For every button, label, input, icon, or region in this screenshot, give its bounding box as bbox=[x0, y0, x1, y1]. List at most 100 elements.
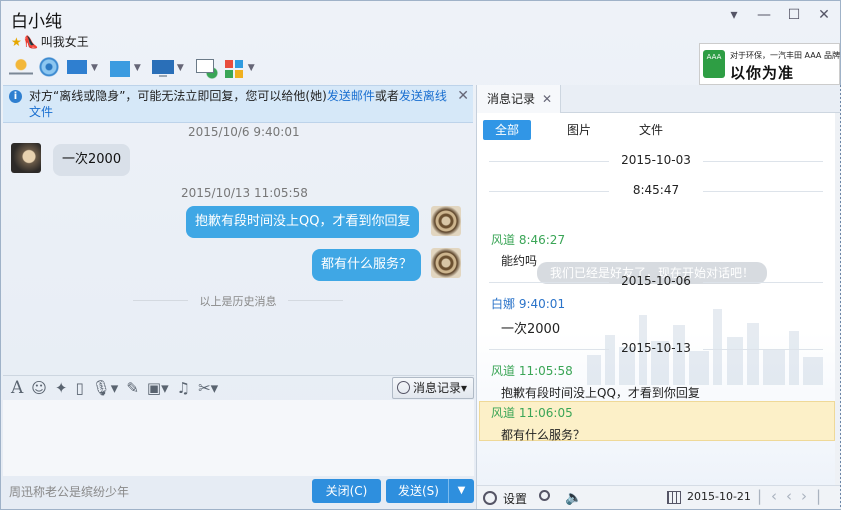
camera-icon bbox=[37, 57, 61, 79]
divider bbox=[3, 375, 474, 376]
close-icon[interactable]: ✕ bbox=[457, 88, 469, 104]
chevron-down-icon[interactable]: ▼ bbox=[248, 63, 255, 73]
notice-or: 或者 bbox=[374, 89, 399, 103]
voice-message-icon[interactable]: 🎙▾ bbox=[92, 379, 119, 397]
ad-banner[interactable]: AAA 对于环保，一汽丰田 AAA 品牌 以你为准 bbox=[699, 43, 840, 85]
minimize-icon[interactable]: — bbox=[749, 7, 779, 23]
close-icon[interactable]: ✕ bbox=[809, 7, 839, 23]
chevron-down-icon[interactable]: ▼ bbox=[177, 63, 184, 73]
high-heel-icon: 👠 bbox=[23, 34, 39, 49]
message-timestamp: 2015/10/13 11:05:58 bbox=[181, 186, 308, 200]
outgoing-message: 都有什么服务？ bbox=[312, 249, 422, 281]
qq-chat-window: 白小纯 ★ 👠 叫我女王 ▾ — ☐ ✕ ▼ ▼ ▼ ▼ AAA 对于环保，一汽… bbox=[0, 0, 841, 510]
aaa-logo: AAA bbox=[703, 50, 725, 78]
ad-line1: 对于环保，一汽丰田 AAA 品牌 bbox=[730, 51, 840, 60]
chevron-down-icon[interactable]: ▼ bbox=[91, 63, 98, 73]
image-icon[interactable]: ▣▾ bbox=[147, 379, 169, 397]
tab-message-history[interactable]: 消息记录 ✕ bbox=[477, 85, 561, 113]
send-button[interactable]: 发送(S) ▼ bbox=[386, 479, 474, 503]
message-input[interactable] bbox=[3, 400, 474, 476]
contact-status: ★ 👠 叫我女王 bbox=[11, 33, 89, 50]
remote-assist-button[interactable]: ▼ bbox=[150, 55, 190, 81]
filter-files[interactable]: 文件 bbox=[627, 120, 675, 140]
font-icon[interactable]: A bbox=[11, 378, 23, 398]
editor-toolbar: A ☺ ✦ ▯ 🎙▾ ✎ ▣▾ ♫ ✂▾ bbox=[11, 377, 218, 399]
contact-name: 白小纯 bbox=[11, 12, 62, 32]
star-icon: ★ bbox=[11, 34, 22, 49]
history-divider: 以上是历史消息 bbox=[133, 293, 343, 309]
outgoing-message: 抱歉有段时间没上QQ，才看到你回复 bbox=[186, 206, 420, 238]
contact-avatar[interactable] bbox=[11, 143, 41, 173]
screen-share-button[interactable]: ▼ bbox=[65, 55, 104, 81]
send-email-link[interactable]: 发送邮件 bbox=[327, 89, 375, 103]
dropdown-icon[interactable]: ▾ bbox=[719, 7, 749, 23]
speaker-icon[interactable]: 🔈 bbox=[565, 490, 582, 506]
search-icon[interactable] bbox=[539, 490, 550, 501]
maximize-icon[interactable]: ☐ bbox=[779, 7, 809, 23]
incoming-message: 一次2000 bbox=[53, 144, 131, 176]
news-ticker-link[interactable]: 周迅称老公是缤纷少年 bbox=[9, 483, 129, 500]
self-avatar[interactable] bbox=[431, 248, 461, 278]
file-transfer-icon bbox=[107, 57, 132, 79]
history-message: 都有什么服务？ bbox=[501, 428, 586, 442]
shake-icon[interactable]: ▯ bbox=[76, 379, 84, 397]
notice-text: 对方“离线或隐身”，可能无法立即回复，您可以给他(她) bbox=[29, 89, 327, 103]
screenshot-icon[interactable]: ✂▾ bbox=[198, 379, 218, 397]
music-icon[interactable]: ♫ bbox=[177, 379, 190, 397]
history-date[interactable]: 2015-10-21 bbox=[687, 490, 751, 503]
history-sender: 白娜 9:40:01 bbox=[491, 297, 566, 311]
filter-images[interactable]: 图片 bbox=[555, 120, 603, 140]
history-filters: 全部 图片 文件 bbox=[483, 120, 675, 140]
doodle-icon[interactable]: ✎ bbox=[126, 379, 139, 397]
close-button[interactable]: 关闭(C) bbox=[312, 479, 381, 503]
filter-all[interactable]: 全部 bbox=[483, 120, 532, 140]
info-icon: i bbox=[9, 90, 22, 103]
send-options-icon[interactable]: ▼ bbox=[448, 479, 474, 503]
file-transfer-button[interactable]: ▼ bbox=[107, 55, 147, 81]
calendar-icon[interactable] bbox=[667, 491, 681, 504]
apps-button[interactable]: ▼ bbox=[221, 55, 261, 81]
add-chat-icon bbox=[193, 57, 218, 79]
history-message: 一次2000 bbox=[501, 322, 561, 337]
page-navigation[interactable]: |‹‹›| bbox=[757, 487, 830, 505]
clock-icon bbox=[397, 381, 410, 394]
status-text: 叫我女王 bbox=[40, 35, 89, 49]
date-separator: 2015-10-06 bbox=[477, 274, 835, 288]
settings-label[interactable]: 设置 bbox=[503, 490, 527, 507]
emoji-icon[interactable]: ☺ bbox=[31, 379, 47, 397]
history-message: 抱歉有段时间没上QQ，才看到你回复 bbox=[501, 386, 700, 400]
history-sender: 风道 11:06:05 bbox=[491, 406, 573, 420]
chat-toolbar: ▼ ▼ ▼ ▼ bbox=[9, 55, 261, 81]
history-list[interactable]: 2015-10-03 8:45:47 我们已经是好友了，现在开始对话吧！ 风道 … bbox=[477, 145, 835, 485]
message-history-label: 消息记录 bbox=[413, 381, 462, 395]
window-controls: ▾ — ☐ ✕ bbox=[719, 7, 839, 23]
tab-label: 消息记录 bbox=[487, 92, 536, 106]
self-avatar[interactable] bbox=[431, 206, 461, 236]
date-separator: 2015-10-03 bbox=[477, 153, 835, 167]
history-footer: 设置 🔈 2015-10-21 |‹‹›| bbox=[477, 485, 841, 509]
close-icon[interactable]: ✕ bbox=[542, 85, 552, 113]
chat-messages[interactable]: 2015/10/6 9:40:01 一次2000 2015/10/13 11:0… bbox=[3, 123, 473, 375]
history-panel: 消息记录 ✕ 全部 图片 文件 2015-10-03 8:45:47 我们已经是… bbox=[476, 85, 841, 509]
send-label: 发送(S) bbox=[398, 484, 439, 498]
history-sender: 风道 8:46:27 bbox=[491, 233, 566, 247]
gear-icon[interactable] bbox=[483, 491, 497, 505]
message-history-button[interactable]: 消息记录▾ bbox=[392, 377, 474, 399]
video-call-button[interactable] bbox=[37, 55, 61, 81]
date-separator: 2015-10-13 bbox=[477, 341, 835, 355]
offline-notice-bar: i 对方“离线或隐身”，可能无法立即回复，您可以给他(她)发送邮件或者发送离线文… bbox=[3, 85, 473, 123]
history-sender: 风道 11:05:58 bbox=[491, 364, 573, 378]
remote-assist-icon bbox=[150, 57, 175, 79]
history-tabbar: 消息记录 ✕ bbox=[477, 85, 841, 113]
add-chat-button[interactable] bbox=[193, 55, 218, 81]
magic-wand-icon[interactable]: ✦ bbox=[55, 379, 68, 397]
time-separator: 8:45:47 bbox=[477, 183, 835, 197]
ad-line2: 以你为准 bbox=[730, 64, 795, 82]
screen-share-icon bbox=[65, 57, 89, 79]
microphone-icon bbox=[9, 57, 33, 79]
apps-icon bbox=[221, 57, 246, 79]
voice-call-button[interactable] bbox=[9, 55, 33, 81]
chevron-down-icon[interactable]: ▼ bbox=[134, 63, 141, 73]
message-timestamp: 2015/10/6 9:40:01 bbox=[188, 125, 300, 139]
history-message: 能约吗 bbox=[501, 254, 538, 268]
